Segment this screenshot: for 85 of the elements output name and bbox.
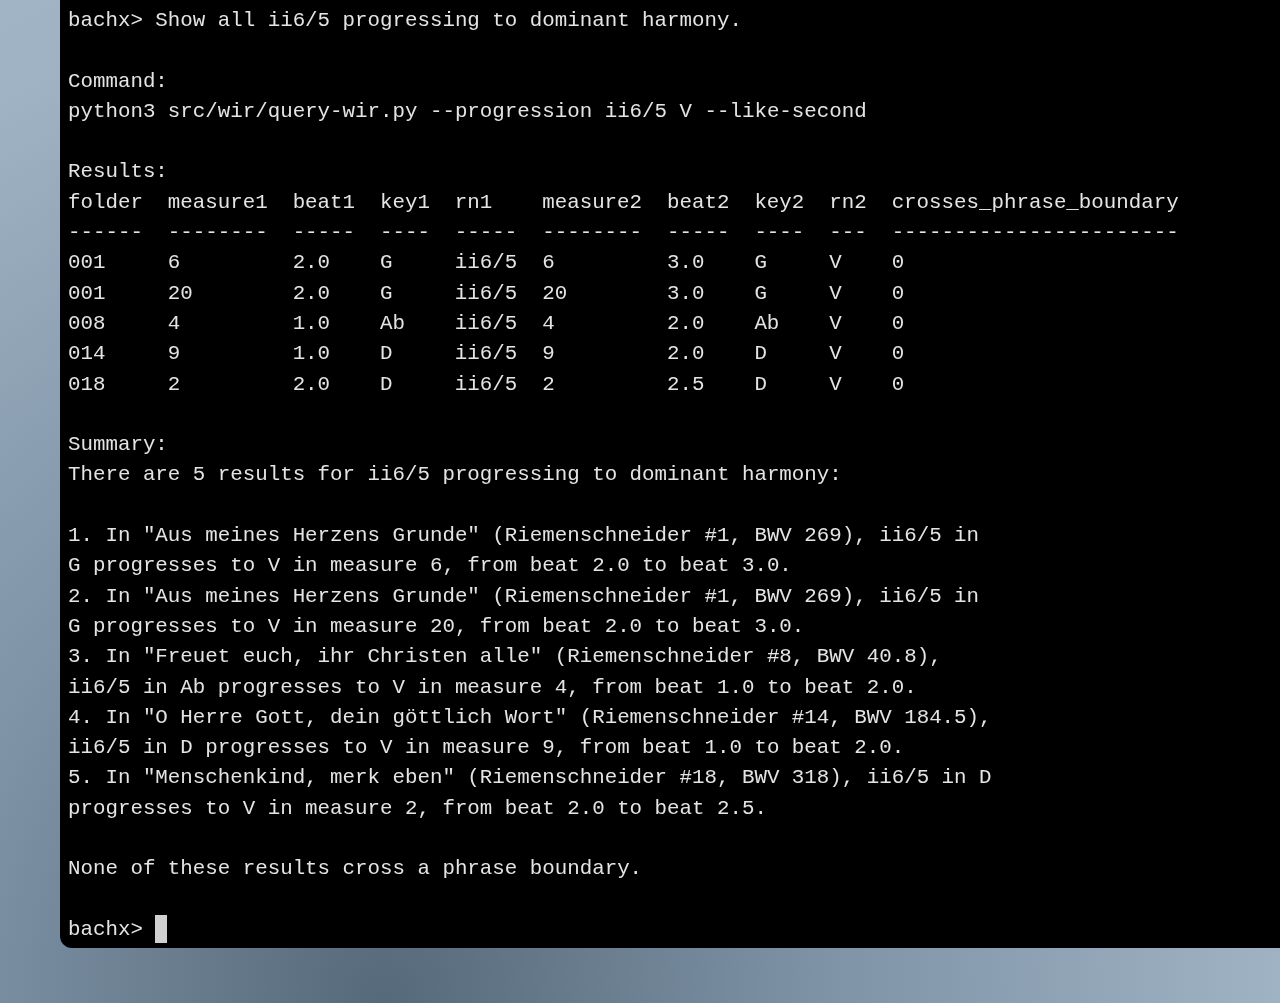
output-text: None of these results cross a phrase boundary.: [68, 856, 644, 883]
column-header: rn1: [454, 189, 494, 216]
column-header: beat2: [667, 189, 731, 216]
table-cell-text: Ab: [754, 310, 781, 337]
table-cell-text: V: [829, 310, 843, 337]
output-text: 2. In "Aus meines Herzens Grunde" (Riemenschneider #1, BWV 269), ii6/5 in G progresses to V in measure 20, from beat 2.0 to beat 3.0.: [68, 583, 981, 640]
header-rule: ----: [754, 220, 806, 247]
table-cell-text: 008: [68, 310, 107, 337]
table-cell-text: D: [754, 371, 768, 398]
header-rule: -----: [667, 220, 731, 247]
table-cell-text: 0: [891, 280, 906, 307]
table-cell-text: V: [829, 250, 843, 277]
table-cell-text: 2.0: [292, 371, 332, 398]
table-cell-text: ii6/5: [454, 250, 519, 277]
table-cell-text: 2.0: [667, 310, 706, 337]
table-cell-text: V: [829, 280, 843, 307]
header-rule: ---: [829, 220, 868, 247]
table-cell-text: 4: [542, 310, 556, 337]
table-cell-text: ii6/5: [454, 341, 519, 368]
output-text: Command:: [68, 68, 169, 95]
column-header: crosses_phrase_boundary: [891, 189, 1180, 216]
output-text: There are 5 results for ii6/5 progressing to dominant harmony:: [68, 462, 843, 489]
table-cell-text: 0: [891, 341, 906, 368]
table-cell-text: 014: [68, 341, 107, 368]
table-cell-text: 4: [167, 310, 182, 337]
table-cell-text: V: [829, 341, 843, 368]
table-cell-text: 9: [167, 341, 182, 368]
header-rule: -----: [454, 220, 519, 247]
table-cell-text: G: [380, 250, 394, 277]
header-rule: ------: [68, 220, 144, 247]
table-cell-text: V: [829, 371, 843, 398]
header-rule: -----: [292, 220, 357, 247]
table-cell-text: 0: [891, 371, 906, 398]
table-cell-text: 2.0: [292, 280, 332, 307]
table-cell-text: G: [754, 250, 768, 277]
table-cell-text: 2.0: [292, 250, 332, 277]
column-header: folder: [68, 189, 144, 216]
output-text: Summary:: [68, 432, 169, 459]
table-cell-text: 20: [542, 280, 569, 307]
prompt-text: bachx>: [68, 917, 143, 941]
table-cell-text: D: [380, 341, 394, 368]
command-text: Show all ii6/5 progressing to dominant harmony.: [155, 9, 742, 32]
table-cell-text: G: [754, 280, 768, 307]
column-header: rn2: [829, 189, 868, 216]
table-cell-text: 2.5: [667, 371, 706, 398]
output-text: 1. In "Aus meines Herzens Grunde" (Riemenschneider #1, BWV 269), ii6/5 in G progresses to V in measure 6, from beat 2.0 to beat 3.0.: [68, 523, 981, 580]
column-header: key1: [380, 189, 431, 216]
header-rule: -----------------------: [891, 220, 1180, 247]
column-header: measure1: [167, 189, 269, 216]
output-text: python3 src/wir/query-wir.py --progression ii6/5 V --like-second: [68, 98, 868, 125]
table-cell-text: 001: [68, 250, 107, 277]
table-cell-text: 0: [891, 250, 906, 277]
table-cell-text: ii6/5: [454, 280, 519, 307]
text-cursor[interactable]: [155, 914, 168, 943]
header-rule: --------: [542, 220, 644, 247]
column-header: key2: [754, 189, 806, 216]
prompt-text: bachx>: [68, 9, 143, 32]
table-cell-text: 2.0: [667, 341, 706, 368]
table-cell-text: 018: [68, 371, 107, 398]
table-cell-text: 2: [542, 371, 556, 398]
header-rule: --------: [167, 220, 269, 247]
table-cell-text: 2: [167, 371, 182, 398]
output-text: Results:: [68, 159, 169, 186]
table-cell-text: 6: [167, 250, 182, 277]
column-header: beat1: [292, 189, 357, 216]
table-cell-text: 3.0: [667, 250, 706, 277]
table-cell-text: D: [754, 341, 768, 368]
table-cell-text: 0: [891, 310, 906, 337]
table-cell-text: G: [380, 280, 394, 307]
output-text: 5. In "Menschenkind, merk eben" (Riemenschneider #18, BWV 318), ii6/5 in D progresses to V in measure 2, from beat 2.0 to beat 2.5.: [68, 765, 993, 822]
output-text: 4. In "O Herre Gott, dein göttlich Wort" (Riemenschneider #14, BWV 184.5), ii6/5 in D progresses to V in measure 9, from beat 1.0 to beat 2.0.: [68, 704, 993, 762]
table-cell-text: 1.0: [292, 310, 332, 337]
table-cell-text: 1.0: [292, 341, 332, 368]
table-cell-text: 3.0: [667, 280, 706, 307]
table-cell-text: ii6/5: [454, 310, 519, 337]
table-cell-text: 001: [68, 280, 107, 307]
table-cell-text: 20: [167, 280, 194, 307]
column-header: measure2: [542, 189, 644, 216]
table-cell-text: ii6/5: [454, 371, 519, 398]
output-text: 3. In "Freuet euch, ihr Christen alle" (Riemenschneider #8, BWV 40.8), ii6/5 in Ab progresses to V in measure 4, from beat 1.0 to beat 2.0.: [68, 644, 943, 701]
header-rule: ----: [380, 220, 431, 247]
table-cell-text: D: [380, 371, 394, 398]
table-cell-text: Ab: [380, 310, 406, 337]
table-cell-text: 9: [542, 341, 556, 368]
table-cell-text: 6: [542, 250, 556, 277]
